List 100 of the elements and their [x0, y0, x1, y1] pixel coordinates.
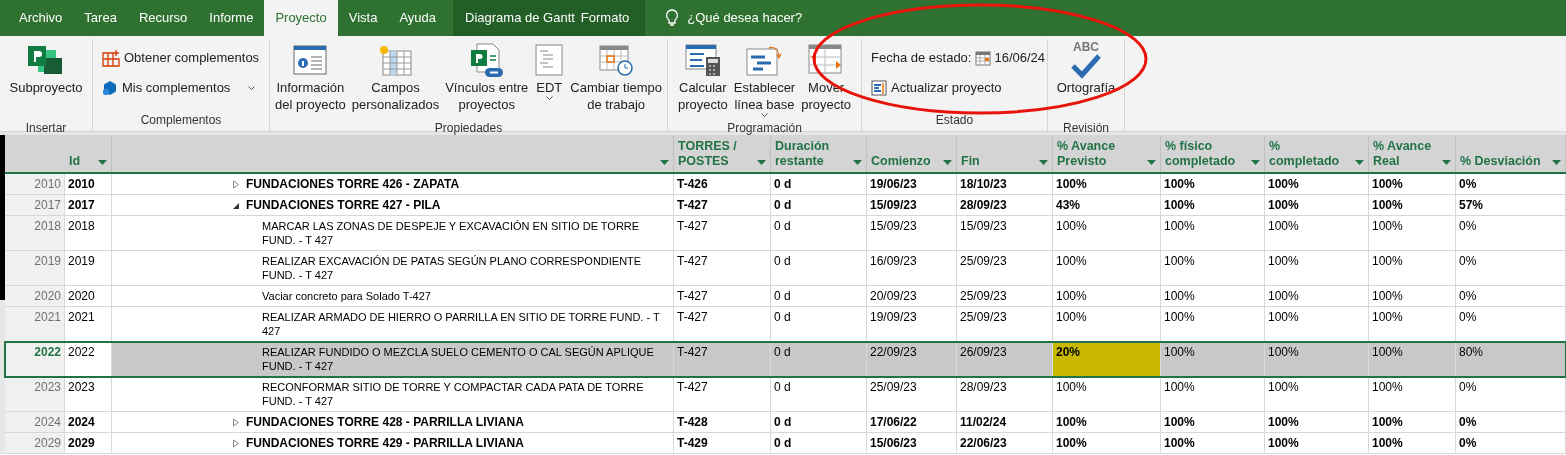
ribbon-button[interactable]: Cambiar tiempo de trabajo — [567, 39, 666, 119]
filter-arrow-icon[interactable] — [1552, 160, 1561, 165]
row-number[interactable]: 2022 — [5, 342, 65, 376]
filter-arrow-icon[interactable] — [660, 160, 669, 165]
table-cell: 0 d — [771, 377, 867, 411]
filter-arrow-icon[interactable] — [757, 160, 766, 165]
filter-arrow-icon[interactable] — [98, 160, 107, 165]
table-cell: 100% — [1265, 251, 1369, 285]
column-header[interactable]: Duración restante — [771, 135, 867, 172]
caret-icon — [761, 113, 768, 118]
ribbon-tab[interactable]: Ayuda — [388, 0, 447, 36]
table-cell: 0% — [1456, 174, 1566, 194]
status-date-button[interactable]: 16/06/24 — [975, 48, 1046, 68]
table-cell: 0% — [1456, 412, 1566, 432]
table-cell: T-427 — [674, 342, 771, 376]
ribbon-button[interactable]: Establecer línea base — [730, 39, 799, 119]
filter-arrow-icon[interactable] — [1147, 160, 1156, 165]
ribbon-button[interactable]: Calcular proyecto — [674, 39, 731, 119]
row-number[interactable]: 2021 — [5, 307, 65, 341]
row-number[interactable]: 2024 — [5, 412, 65, 432]
ribbon-tab[interactable]: Archivo — [8, 0, 74, 36]
ribbon-group-label: Estado — [934, 112, 975, 129]
filter-arrow-icon[interactable] — [1355, 160, 1364, 165]
add-grid-icon — [102, 49, 120, 67]
table-cell: 100% — [1369, 377, 1456, 411]
table-cell: 17/06/22 — [867, 412, 957, 432]
table-cell: T-427 — [674, 216, 771, 250]
table-cell: 80% — [1456, 342, 1566, 376]
table-cell: 100% — [1161, 174, 1265, 194]
filter-arrow-icon[interactable] — [943, 160, 952, 165]
table-cell: 2017 — [65, 195, 112, 215]
ribbon-tab[interactable]: Informe — [198, 0, 265, 36]
row-number[interactable]: 2010 — [5, 174, 65, 194]
filter-arrow-icon[interactable] — [1039, 160, 1048, 165]
ribbon-button[interactable]: Subproyecto — [6, 39, 86, 119]
expand-triangle-icon[interactable] — [232, 439, 240, 448]
ribbon-tab[interactable]: Recurso — [127, 0, 199, 36]
column-header[interactable]: % Avance Real — [1369, 135, 1456, 172]
row-number[interactable]: 2023 — [5, 377, 65, 411]
ribbon-button[interactable]: Campos personalizados — [348, 39, 443, 119]
row-number[interactable]: 2029 — [5, 433, 65, 453]
table-cell: 100% — [1053, 286, 1161, 306]
ribbon-button[interactable]: Obtener complementos — [99, 45, 263, 71]
info-window-icon — [292, 43, 329, 77]
ribbon-tab[interactable]: Vista — [337, 0, 389, 36]
filter-arrow-icon[interactable] — [1251, 160, 1260, 165]
ribbon-button[interactable]: EDT — [531, 39, 568, 119]
table-cell: 100% — [1369, 195, 1456, 215]
column-header[interactable]: % Avance Previsto — [1053, 135, 1161, 172]
table-cell: 0% — [1456, 377, 1566, 411]
table-cell: 11/02/24 — [957, 412, 1053, 432]
table-cell: 100% — [1053, 174, 1161, 194]
table-cell: 0 d — [771, 412, 867, 432]
table-cell: 18/10/23 — [957, 174, 1053, 194]
column-header[interactable]: Comienzo — [867, 135, 957, 172]
table-cell: T-427 — [674, 377, 771, 411]
filter-arrow-icon[interactable] — [853, 160, 862, 165]
column-header[interactable]: Id — [65, 135, 112, 172]
collapse-triangle-icon[interactable] — [232, 201, 240, 210]
table-cell: 100% — [1265, 433, 1369, 453]
table-cell: 16/09/23 — [867, 251, 957, 285]
ribbon-button[interactable]: Información del proyecto — [271, 39, 349, 119]
task-name: FUNDACIONES TORRE 426 - ZAPATA — [246, 177, 460, 191]
table-cell: 0 d — [771, 251, 867, 285]
column-header[interactable]: % físico completado — [1161, 135, 1265, 172]
table-cell: 2022 — [65, 342, 112, 376]
table-cell: T-427 — [674, 307, 771, 341]
row-number[interactable]: 2017 — [5, 195, 65, 215]
ribbon-button[interactable]: Actualizar proyecto — [868, 75, 1041, 101]
column-header[interactable]: % completado — [1265, 135, 1369, 172]
expand-triangle-icon[interactable] — [232, 180, 240, 189]
ribbon-button[interactable]: ABC Ortografía — [1053, 39, 1119, 119]
table-cell: 0 d — [771, 195, 867, 215]
table-cell: 25/09/23 — [957, 307, 1053, 341]
table-cell: 22/06/23 — [957, 433, 1053, 453]
expand-triangle-icon[interactable] — [232, 418, 240, 427]
table-cell: 15/09/23 — [957, 216, 1053, 250]
table-cell: 43% — [1053, 195, 1161, 215]
table-cell: 19/06/23 — [867, 174, 957, 194]
row-number[interactable]: 2018 — [5, 216, 65, 250]
ribbon-tab[interactable]: Tarea — [73, 0, 128, 36]
table-cell: 100% — [1053, 216, 1161, 250]
filter-arrow-icon[interactable] — [1442, 160, 1451, 165]
row-number[interactable]: 2019 — [5, 251, 65, 285]
ribbon-tab[interactable]: Proyecto — [264, 0, 338, 36]
ribbon-button[interactable]: Mis complementos — [99, 75, 263, 101]
tell-me-field[interactable]: ¿Qué desea hacer? — [687, 8, 868, 28]
table-cell: 0 d — [771, 342, 867, 376]
ribbon-tab[interactable]: Formato — [580, 8, 630, 28]
table-cell: 0 d — [771, 174, 867, 194]
column-header[interactable]: TORRES / POSTES — [674, 135, 771, 172]
column-header[interactable]: Fin — [957, 135, 1053, 172]
column-header[interactable]: % Desviación — [1456, 135, 1566, 172]
table-cell: 100% — [1053, 377, 1161, 411]
lightbulb-icon — [665, 9, 680, 27]
ribbon-button[interactable]: Vínculos entre proyectos — [442, 39, 532, 119]
table-cell: 100% — [1161, 342, 1265, 376]
row-number[interactable]: 2020 — [5, 286, 65, 306]
table-cell: 100% — [1265, 412, 1369, 432]
table-cell: 100% — [1369, 251, 1456, 285]
